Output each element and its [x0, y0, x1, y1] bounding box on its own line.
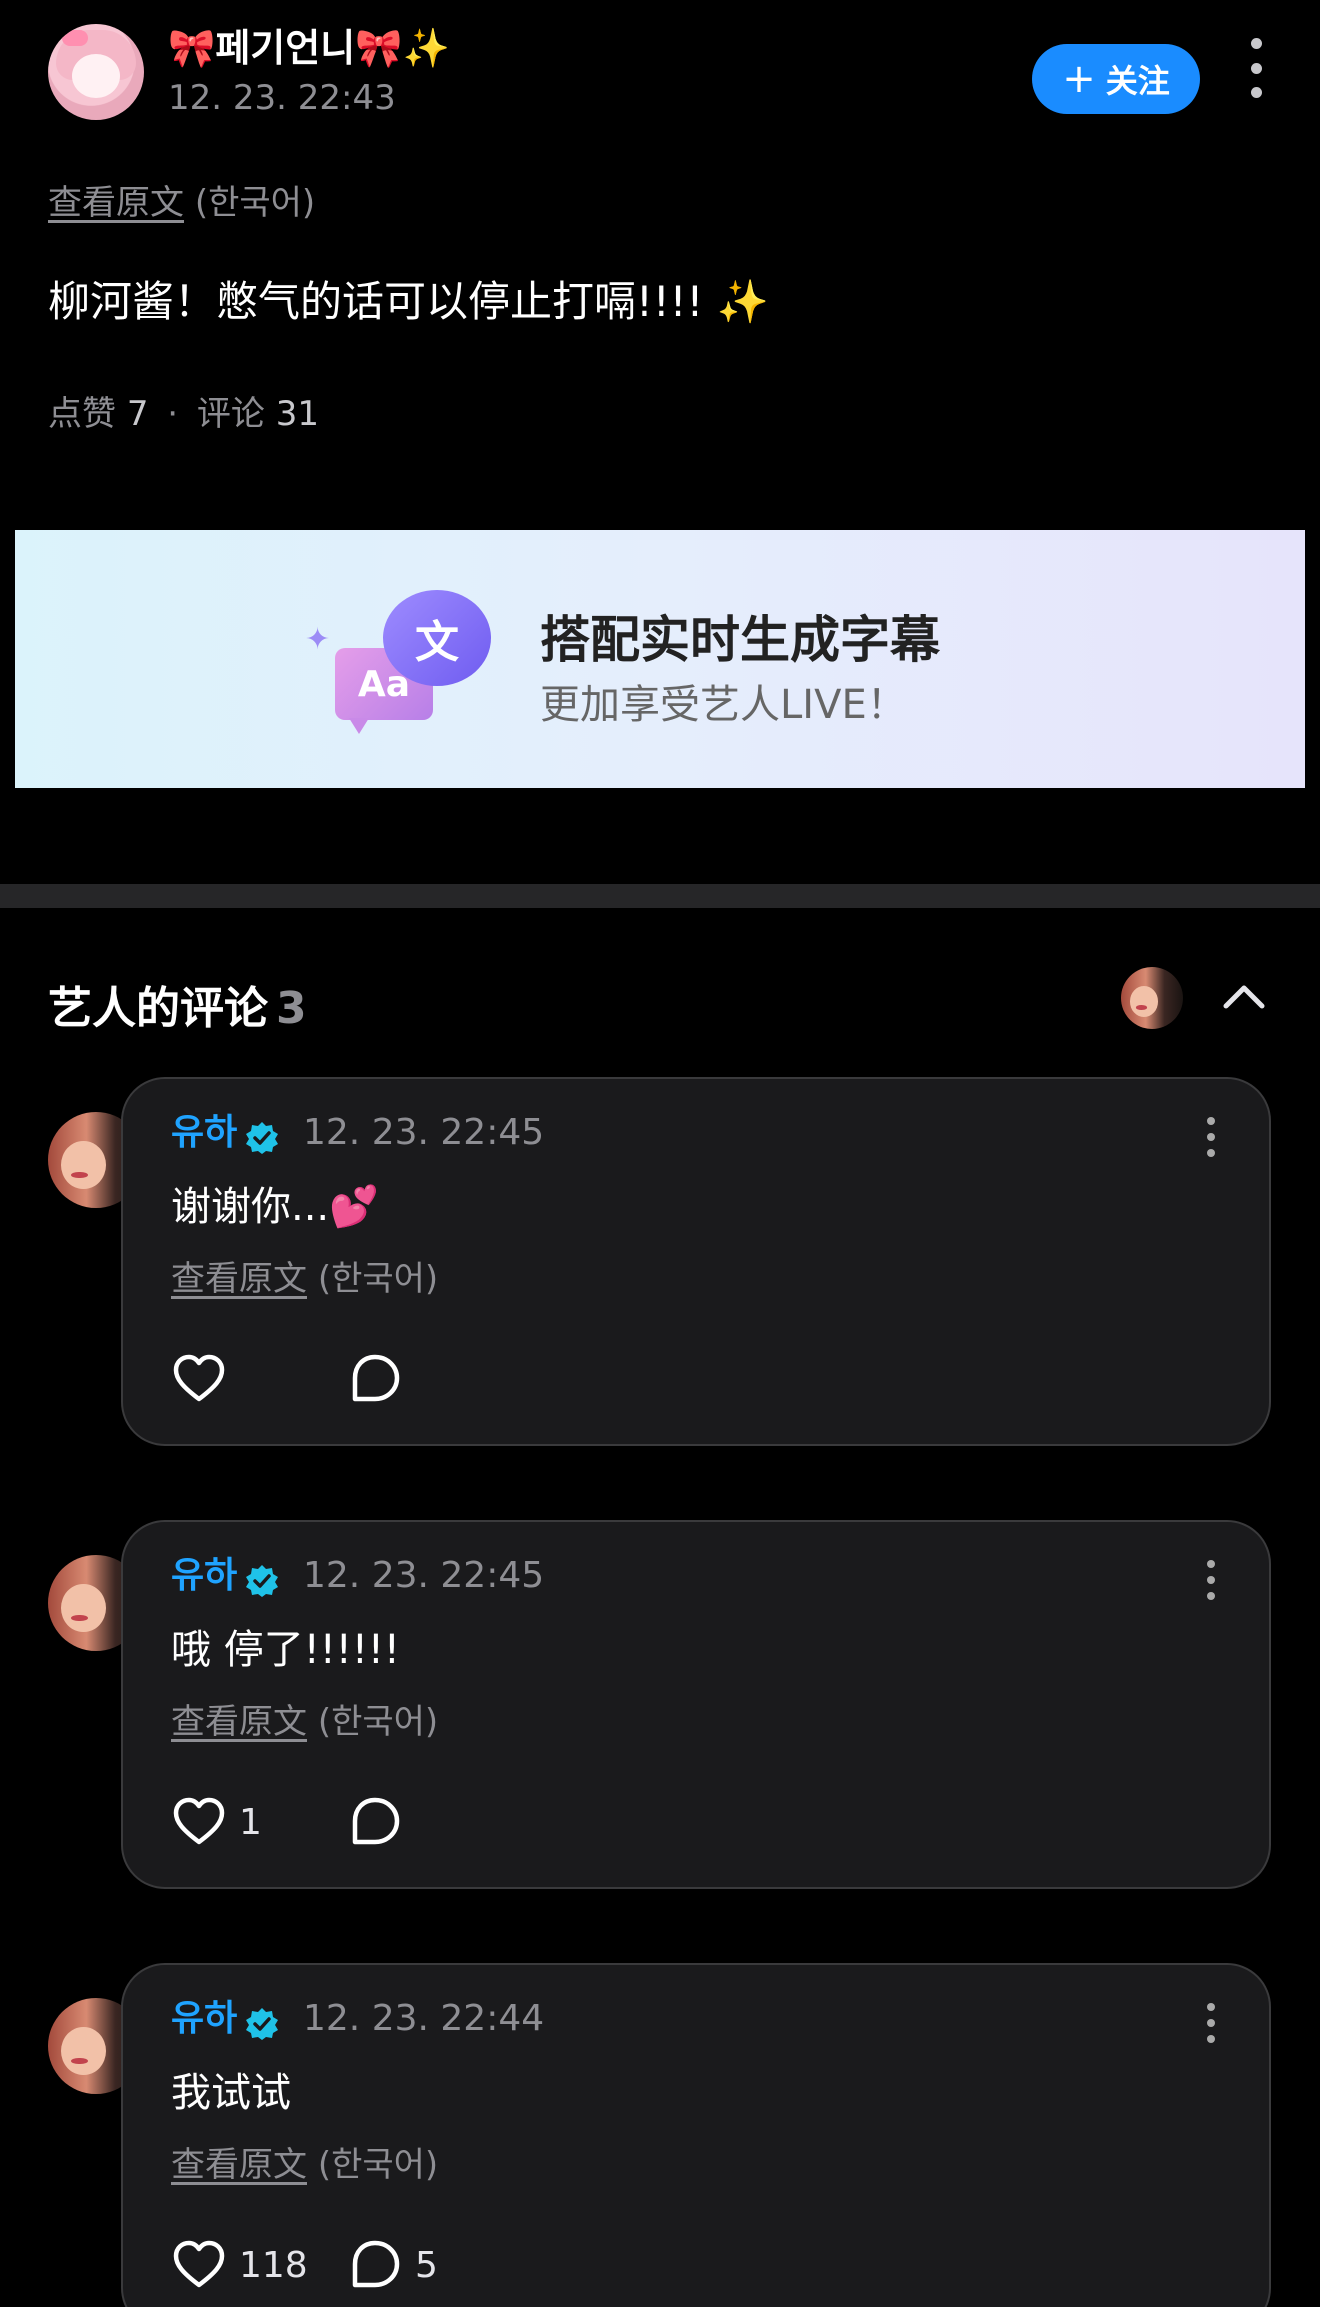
- commenter-name[interactable]: 유하: [171, 1554, 237, 1598]
- author-name-text: 페기언니: [215, 26, 356, 70]
- reply-bubble-icon[interactable]: [347, 1794, 403, 1850]
- heart-outline-icon[interactable]: [171, 2237, 227, 2293]
- view-original-link[interactable]: 查看原文: [48, 183, 184, 223]
- likes-label: 点赞: [48, 394, 116, 434]
- author-name[interactable]: 🎀페기언니🎀✨: [168, 24, 450, 72]
- heart-outline-icon[interactable]: [171, 1794, 227, 1850]
- post-stats: 点赞 7 · 评论 31: [48, 386, 319, 435]
- sparkle-emoji: ✨: [402, 26, 450, 70]
- plus-icon: +: [1062, 56, 1096, 102]
- comment-text-content: 谢谢你...: [171, 1184, 330, 1230]
- hearts-emoji: 💕: [329, 1184, 379, 1230]
- comment-timestamp: 12. 23. 22:45: [303, 1112, 545, 1153]
- reply-bubble-icon[interactable]: [347, 2237, 403, 2293]
- follow-button[interactable]: + 关注: [1032, 44, 1200, 114]
- bow-emoji: 🎀: [168, 26, 216, 70]
- comment-text: 我试试: [171, 2065, 291, 2121]
- post-header: 🎀페기언니🎀✨ 12. 23. 22:43 + 关注: [48, 24, 1272, 124]
- original-language: (한국어): [194, 183, 316, 223]
- reply-count: 5: [415, 2244, 438, 2286]
- view-original-link[interactable]: 查看原文: [171, 2145, 307, 2185]
- comment-timestamp: 12. 23. 22:45: [303, 1555, 545, 1596]
- artist-comments-title: 艺人的评论 3: [48, 972, 307, 1036]
- view-original-link[interactable]: 查看原文: [171, 1259, 307, 1299]
- verified-badge-icon: [246, 1122, 278, 1154]
- commenter-name[interactable]: 유하: [171, 1997, 237, 2041]
- commenter-name[interactable]: 유하: [171, 1111, 237, 1155]
- comment-card: 유하 12. 23. 22:45 谢谢你...💕 查看原文 (한국어): [121, 1077, 1271, 1446]
- original-language: (한국어): [317, 2145, 439, 2185]
- post-text: 柳河酱！憋气的话可以停止打嗝!!!! ✨: [48, 272, 769, 332]
- verified-badge-icon: [246, 2008, 278, 2040]
- comment-text-content: 我试试: [171, 2070, 291, 2116]
- author-avatar[interactable]: [48, 24, 144, 120]
- comment-translate-row: 查看原文 (한국어): [171, 2137, 438, 2186]
- translate-icon: ✦ Aa 文: [305, 590, 495, 734]
- artist-avatar[interactable]: [1121, 967, 1183, 1029]
- comments-label: 评论: [196, 394, 265, 434]
- reply-action[interactable]: 5: [347, 2235, 438, 2295]
- post-text-content: 柳河酱！憋气的话可以停止打嗝!!!!: [48, 277, 704, 326]
- artist-comments-count: 3: [276, 983, 307, 1034]
- chevron-up-icon[interactable]: [1222, 980, 1266, 1012]
- artist-comments-label: 艺人的评论: [48, 983, 268, 1034]
- stats-separator: ·: [167, 394, 179, 434]
- comment-card: 유하 12. 23. 22:44 我试试 查看原文 (한국어) 118 5: [121, 1963, 1271, 2307]
- post-timestamp: 12. 23. 22:43: [168, 78, 396, 118]
- original-language: (한국어): [317, 1702, 439, 1742]
- comment-translate-row: 查看原文 (한국어): [171, 1251, 438, 1300]
- comments-count: 31: [275, 394, 319, 434]
- comment-card: 유하 12. 23. 22:45 哦 停了!!!!!! 查看原文 (한국어) 1: [121, 1520, 1271, 1889]
- more-vertical-icon[interactable]: [1201, 2003, 1221, 2043]
- reply-action[interactable]: [347, 1792, 425, 1852]
- view-original-link[interactable]: 查看原文: [171, 1702, 307, 1742]
- comment-actions: 118 5: [171, 2235, 438, 2295]
- comment-text: 哦 停了!!!!!!: [171, 1622, 400, 1678]
- comment-translate-row: 查看原文 (한국어): [171, 1694, 438, 1743]
- more-vertical-icon[interactable]: [1201, 1560, 1221, 1600]
- like-count: 118: [239, 2244, 308, 2286]
- sparkle-icon: ✦: [305, 622, 331, 657]
- sparkle-emoji: ✨: [716, 277, 770, 326]
- heart-outline-icon[interactable]: [171, 1351, 227, 1407]
- comment-actions: [171, 1349, 400, 1409]
- comment-text-content: 哦 停了!!!!!!: [171, 1627, 400, 1673]
- post-translate-row: 查看原文 (한국어): [48, 175, 315, 224]
- comment-timestamp: 12. 23. 22:44: [303, 1998, 545, 2039]
- wen-bubble-icon: 文: [383, 590, 491, 686]
- more-vertical-icon[interactable]: [1201, 1117, 1221, 1157]
- verified-badge-icon: [246, 1565, 278, 1597]
- bow-emoji: 🎀: [355, 26, 403, 70]
- follow-label: 关注: [1105, 62, 1170, 100]
- comment-actions: 1: [171, 1792, 400, 1852]
- banner-title: 搭配实时生成字幕: [540, 611, 940, 669]
- section-divider: [0, 884, 1320, 908]
- subtitle-promo-banner[interactable]: ✦ Aa 文 搭配实时生成字幕 更加享受艺人LIVE！: [15, 530, 1305, 788]
- banner-subtitle: 更加享受艺人LIVE！: [540, 682, 907, 728]
- more-vertical-icon[interactable]: [1244, 38, 1268, 98]
- original-language: (한국어): [317, 1259, 439, 1299]
- comment-text: 谢谢你...💕: [171, 1179, 379, 1235]
- reply-action[interactable]: [347, 1349, 425, 1409]
- likes-count: 7: [126, 394, 149, 434]
- reply-bubble-icon[interactable]: [347, 1351, 403, 1407]
- like-count: 1: [239, 1801, 262, 1843]
